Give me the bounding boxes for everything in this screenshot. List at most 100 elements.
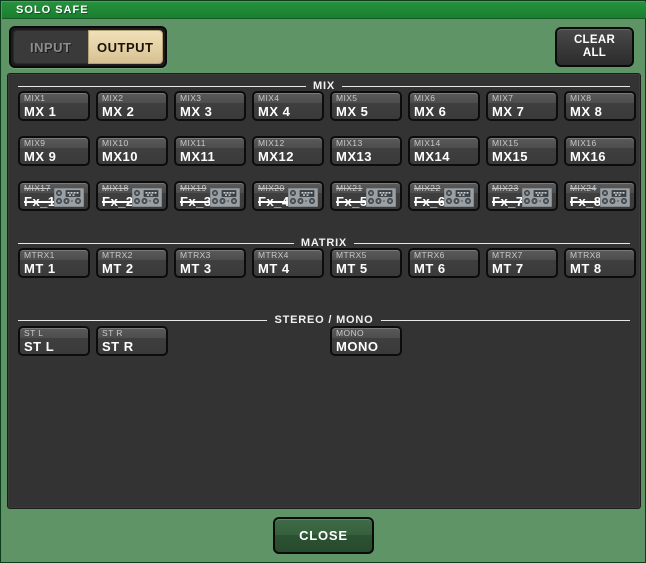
- channel-name-label: MX 9: [24, 149, 57, 164]
- solo-safe-window: SOLO SAFE INPUT OUTPUT CLEAR ALL MIX MIX…: [0, 0, 646, 563]
- channel-name-label: Fx_3: [180, 194, 212, 209]
- channel-name-label: MT 5: [336, 261, 368, 276]
- channel-name-label: MX11: [180, 149, 216, 164]
- mix-button-fx_1[interactable]: MIX17 Fx_1: [18, 181, 90, 211]
- tab-output[interactable]: OUTPUT: [87, 30, 163, 64]
- window-title: SOLO SAFE: [16, 4, 89, 16]
- group-header-stereo-mono: STEREO / MONO: [18, 314, 630, 326]
- mix-button-mx-3[interactable]: MIX3 MX 3: [174, 91, 246, 121]
- matrix-button-mt-2[interactable]: MTRX2 MT 2: [96, 248, 168, 278]
- mix-button-mx16[interactable]: MIX16 MX16: [564, 136, 636, 166]
- channel-name-label: MX 4: [258, 104, 291, 119]
- mix-button-mx-8[interactable]: MIX8 MX 8: [564, 91, 636, 121]
- effect-rack-icon: [444, 188, 474, 207]
- matrix-button-mt-7[interactable]: MTRX7 MT 7: [486, 248, 558, 278]
- effect-rack-icon: [54, 188, 84, 207]
- channel-name-label: MT 1: [24, 261, 56, 276]
- mix-button-mx-1[interactable]: MIX1 MX 1: [18, 91, 90, 121]
- effect-rack-icon: [132, 188, 162, 207]
- channel-name-label: ST R: [102, 339, 134, 354]
- matrix-button-mt-8[interactable]: MTRX8 MT 8: [564, 248, 636, 278]
- tab-input[interactable]: INPUT: [13, 30, 88, 64]
- channel-name-label: MX10: [102, 149, 138, 164]
- group-rule-left: [18, 242, 294, 244]
- matrix-button-mt-5[interactable]: MTRX5 MT 5: [330, 248, 402, 278]
- mix-button-mx11[interactable]: MIX11 MX11: [174, 136, 246, 166]
- effect-rack-icon: [600, 188, 630, 207]
- channel-name-label: MT 7: [492, 261, 524, 276]
- group-rule-left: [18, 319, 268, 321]
- channel-name-label: MT 2: [102, 261, 134, 276]
- input-output-tab-group: INPUT OUTPUT: [9, 26, 167, 68]
- mix-button-mx10[interactable]: MIX10 MX10: [96, 136, 168, 166]
- mix-button-fx_5[interactable]: MIX21 Fx_5: [330, 181, 402, 211]
- matrix-button-mt-1[interactable]: MTRX1 MT 1: [18, 248, 90, 278]
- channel-name-label: MT 3: [180, 261, 212, 276]
- channel-name-label: Fx_2: [102, 194, 134, 209]
- matrix-button-mt-6[interactable]: MTRX6 MT 6: [408, 248, 480, 278]
- stereo-mono-button-st-r[interactable]: ST R ST R: [96, 326, 168, 356]
- solo-safe-panel: MIX MIX1 MX 1 MIX2 MX 2 MIX3 MX 3 MIX4 MX 4 MIX5…: [7, 73, 641, 509]
- channel-name-label: Fx_4: [258, 194, 290, 209]
- channel-name-label: MT 6: [414, 261, 446, 276]
- channel-name-label: MX 2: [102, 104, 135, 119]
- mix-button-mx13[interactable]: MIX13 MX13: [330, 136, 402, 166]
- mix-button-fx_7[interactable]: MIX23 Fx_7: [486, 181, 558, 211]
- mix-button-fx_8[interactable]: MIX24 Fx_8: [564, 181, 636, 211]
- channel-name-label: MX 8: [570, 104, 603, 119]
- window-titlebar: SOLO SAFE: [2, 2, 646, 19]
- stereo-mono-button-mono[interactable]: MONO MONO: [330, 326, 402, 356]
- channel-name-label: MX 1: [24, 104, 57, 119]
- effect-rack-icon: [210, 188, 240, 207]
- channel-name-label: MX 5: [336, 104, 369, 119]
- channel-name-label: MX 6: [414, 104, 447, 119]
- clear-all-button[interactable]: CLEAR ALL: [555, 27, 634, 67]
- channel-name-label: ST L: [24, 339, 55, 354]
- matrix-button-mt-3[interactable]: MTRX3 MT 3: [174, 248, 246, 278]
- clear-all-line1: CLEAR: [573, 34, 616, 46]
- channel-name-label: MX13: [336, 149, 372, 164]
- stereo-mono-button-st-l[interactable]: ST L ST L: [18, 326, 90, 356]
- mix-button-mx15[interactable]: MIX15 MX15: [486, 136, 558, 166]
- channel-name-label: MT 8: [570, 261, 602, 276]
- channel-name-label: Fx_6: [414, 194, 446, 209]
- clear-all-line2: ALL: [582, 47, 607, 59]
- mix-row-1: MIX1 MX 1 MIX2 MX 2 MIX3 MX 3 MIX4 MX 4 MIX5 MX 5…: [18, 91, 636, 121]
- mix-button-mx-6[interactable]: MIX6 MX 6: [408, 91, 480, 121]
- mix-button-mx-7[interactable]: MIX7 MX 7: [486, 91, 558, 121]
- mix-button-mx-4[interactable]: MIX4 MX 4: [252, 91, 324, 121]
- group-label-stereo-mono: STEREO / MONO: [274, 314, 374, 326]
- stereo-mono-row-1: ST L ST L ST R ST R MONO MONO: [18, 326, 402, 356]
- mix-button-mx-9[interactable]: MIX9 MX 9: [18, 136, 90, 166]
- mix-button-mx12[interactable]: MIX12 MX12: [252, 136, 324, 166]
- channel-name-label: Fx_5: [336, 194, 368, 209]
- group-rule-left: [18, 85, 307, 87]
- channel-name-label: MX15: [492, 149, 528, 164]
- group-rule-right: [341, 85, 630, 87]
- channel-name-label: MX16: [570, 149, 606, 164]
- mix-button-fx_3[interactable]: MIX19 Fx_3: [174, 181, 246, 211]
- mix-button-fx_2[interactable]: MIX18 Fx_2: [96, 181, 168, 211]
- mix-row-2: MIX9 MX 9 MIX10 MX10 MIX11 MX11 MIX12 MX12 MIX13…: [18, 136, 636, 166]
- channel-name-label: MX12: [258, 149, 294, 164]
- mix-button-fx_6[interactable]: MIX22 Fx_6: [408, 181, 480, 211]
- matrix-button-mt-4[interactable]: MTRX4 MT 4: [252, 248, 324, 278]
- matrix-row-1: MTRX1 MT 1 MTRX2 MT 2 MTRX3 MT 3 MTRX4 MT 4 MTRX…: [18, 248, 636, 278]
- mix-button-mx-5[interactable]: MIX5 MX 5: [330, 91, 402, 121]
- mix-button-mx-2[interactable]: MIX2 MX 2: [96, 91, 168, 121]
- group-rule-right: [380, 319, 630, 321]
- group-rule-right: [354, 242, 630, 244]
- channel-name-label: MX 7: [492, 104, 525, 119]
- effect-rack-icon: [366, 188, 396, 207]
- channel-name-label: Fx_7: [492, 194, 524, 209]
- mix-button-fx_4[interactable]: MIX20 Fx_4: [252, 181, 324, 211]
- channel-name-label: MONO: [336, 339, 379, 354]
- channel-name-label: Fx_1: [24, 194, 56, 209]
- channel-name-label: MT 4: [258, 261, 290, 276]
- effect-rack-icon: [288, 188, 318, 207]
- channel-name-label: Fx_8: [570, 194, 602, 209]
- close-button[interactable]: CLOSE: [273, 517, 374, 554]
- mix-button-mx14[interactable]: MIX14 MX14: [408, 136, 480, 166]
- mix-row-3: MIX17 Fx_1 MIX18 Fx_2 MIX19 Fx_3 MIX20 Fx_4 MIX2…: [18, 181, 636, 211]
- effect-rack-icon: [522, 188, 552, 207]
